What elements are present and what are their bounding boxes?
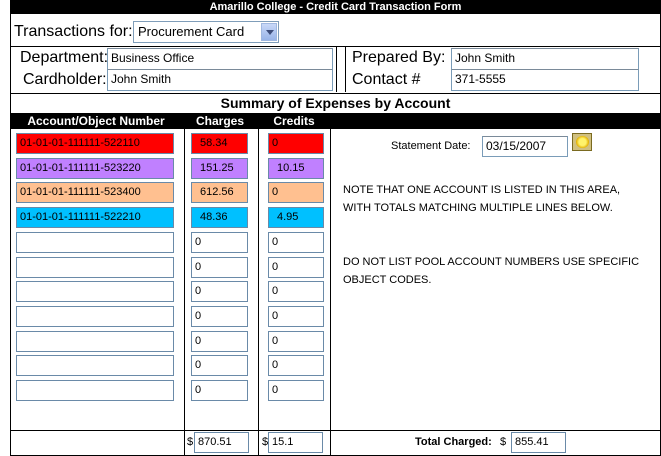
account-number-field[interactable] xyxy=(16,331,174,352)
statement-date-label: Statement Date: xyxy=(391,140,471,152)
department-label: Department: xyxy=(20,49,109,66)
contact-field[interactable]: 371-5555 xyxy=(451,69,639,91)
account-number-field[interactable] xyxy=(16,232,174,253)
charges-field[interactable]: 0 xyxy=(191,355,248,376)
credits-field[interactable]: 0 xyxy=(268,133,324,154)
transactions-select[interactable]: Procurement Card xyxy=(133,21,279,43)
credits-total-field[interactable]: 15.1 xyxy=(268,432,323,453)
column-header-charges: Charges xyxy=(184,113,256,129)
column-header-credits: Credits xyxy=(258,113,330,129)
calendar-icon[interactable] xyxy=(572,133,592,151)
divider xyxy=(258,129,259,456)
total-charged-field[interactable]: 855.41 xyxy=(511,432,566,453)
charges-field[interactable]: 58.34 xyxy=(191,133,248,154)
charges-field[interactable]: 612.56 xyxy=(191,182,248,203)
account-number-field[interactable]: 01-01-01-111111-522210 xyxy=(16,207,174,228)
column-header-account: Account/Object Number xyxy=(10,113,182,129)
contact-label: Contact # xyxy=(352,71,421,88)
account-number-field[interactable] xyxy=(16,380,174,401)
account-number-field[interactable]: 01-01-01-111111-522110 xyxy=(16,133,174,154)
charges-field[interactable]: 48.36 xyxy=(191,207,248,228)
charges-field[interactable]: 151.25 xyxy=(191,158,248,179)
charges-field[interactable]: 0 xyxy=(191,331,248,352)
account-number-field[interactable] xyxy=(16,257,174,278)
chevron-down-icon[interactable] xyxy=(261,23,277,41)
cardholder-field[interactable]: John Smith xyxy=(107,69,333,91)
prepared-by-field[interactable]: John Smith xyxy=(451,48,639,70)
charges-field[interactable]: 0 xyxy=(191,281,248,302)
credits-field[interactable]: 0 xyxy=(268,355,324,376)
department-field[interactable]: Business Office xyxy=(107,48,333,70)
credits-field[interactable]: 10.15 xyxy=(268,158,324,179)
note-account-listing: NOTE THAT ONE ACCOUNT IS LISTED IN THIS … xyxy=(343,184,621,214)
charges-total-field[interactable]: 870.51 xyxy=(194,432,249,453)
charges-field[interactable]: 0 xyxy=(191,306,248,327)
transactions-label: Transactions for: xyxy=(14,23,133,40)
account-number-field[interactable] xyxy=(16,281,174,302)
charges-field[interactable]: 0 xyxy=(191,257,248,278)
credits-field[interactable]: 4.95 xyxy=(268,207,324,228)
account-number-field[interactable]: 01-01-01-111111-523220 xyxy=(16,158,174,179)
divider xyxy=(10,430,661,431)
credits-field[interactable]: 0 xyxy=(268,306,324,327)
credits-field[interactable]: 0 xyxy=(268,257,324,278)
total-charged-label: Total Charged: xyxy=(415,436,492,448)
form-title: Amarillo College - Credit Card Transacti… xyxy=(10,0,661,14)
cardholder-label: Cardholder: xyxy=(23,71,107,88)
credits-field[interactable]: 0 xyxy=(268,182,324,203)
total-charged-prefix: $ xyxy=(500,436,507,448)
divider xyxy=(345,46,346,92)
charges-field[interactable]: 0 xyxy=(191,232,248,253)
prepared-by-label: Prepared By: xyxy=(352,49,446,66)
credits-field[interactable]: 0 xyxy=(268,380,324,401)
account-number-field[interactable] xyxy=(16,355,174,376)
charges-field[interactable]: 0 xyxy=(191,380,248,401)
charges-total-prefix: $ xyxy=(187,436,194,448)
divider xyxy=(330,129,331,456)
summary-title: Summary of Expenses by Account xyxy=(220,95,451,111)
account-number-field[interactable] xyxy=(16,306,174,327)
divider xyxy=(184,129,185,456)
credits-field[interactable]: 0 xyxy=(268,331,324,352)
note-pool-accounts: DO NOT LIST POOL ACCOUNT NUMBERS USE SPE… xyxy=(343,256,640,286)
credits-field[interactable]: 0 xyxy=(268,281,324,302)
account-number-field[interactable]: 01-01-01-111111-523400 xyxy=(16,182,174,203)
credits-field[interactable]: 0 xyxy=(268,232,324,253)
transactions-select-value: Procurement Card xyxy=(138,24,245,39)
statement-date-field[interactable]: 03/15/2007 xyxy=(482,136,568,157)
